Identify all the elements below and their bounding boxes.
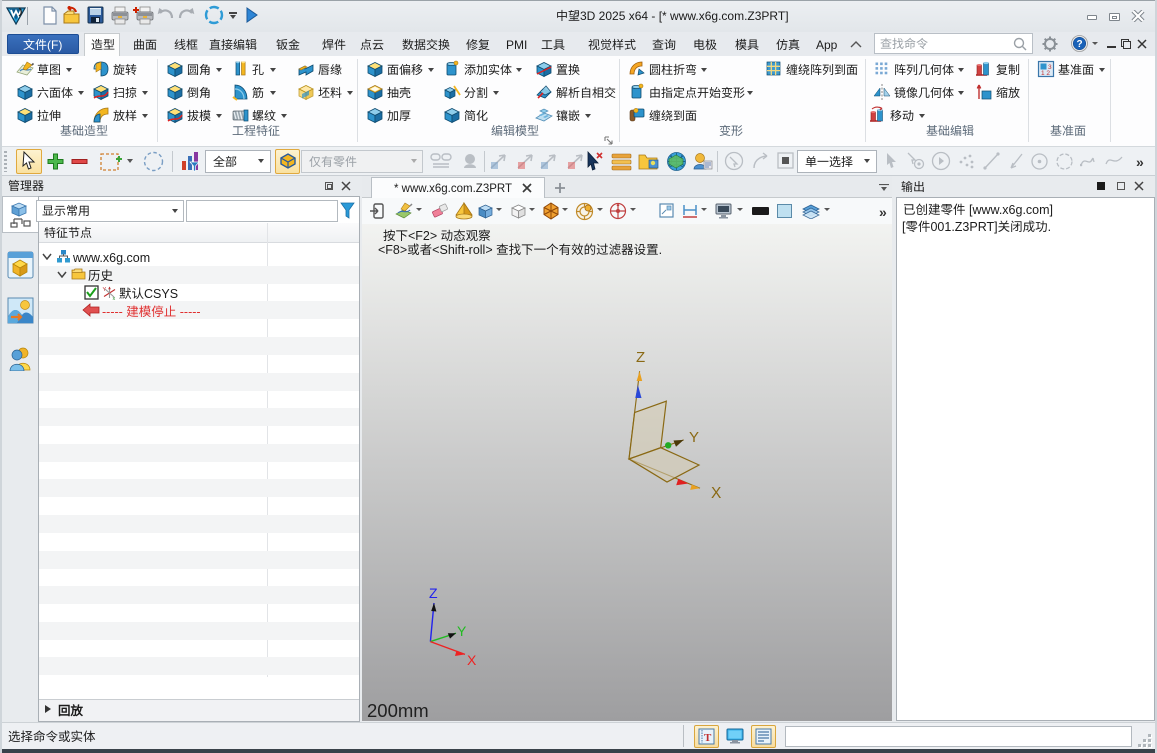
svg-text:1 2: 1 2	[1041, 70, 1050, 77]
svg-text:x: x	[113, 296, 116, 300]
svg-text:Y: Y	[103, 287, 107, 293]
svg-text:?: ?	[1076, 39, 1082, 50]
svg-text:T: T	[704, 732, 712, 744]
svg-text:Z: Z	[636, 349, 645, 366]
svg-text:Z: Z	[429, 585, 438, 601]
svg-text:Y: Y	[457, 623, 467, 639]
svg-text:X: X	[711, 485, 722, 502]
svg-text:X: X	[467, 652, 477, 668]
svg-text:Y: Y	[689, 429, 699, 446]
